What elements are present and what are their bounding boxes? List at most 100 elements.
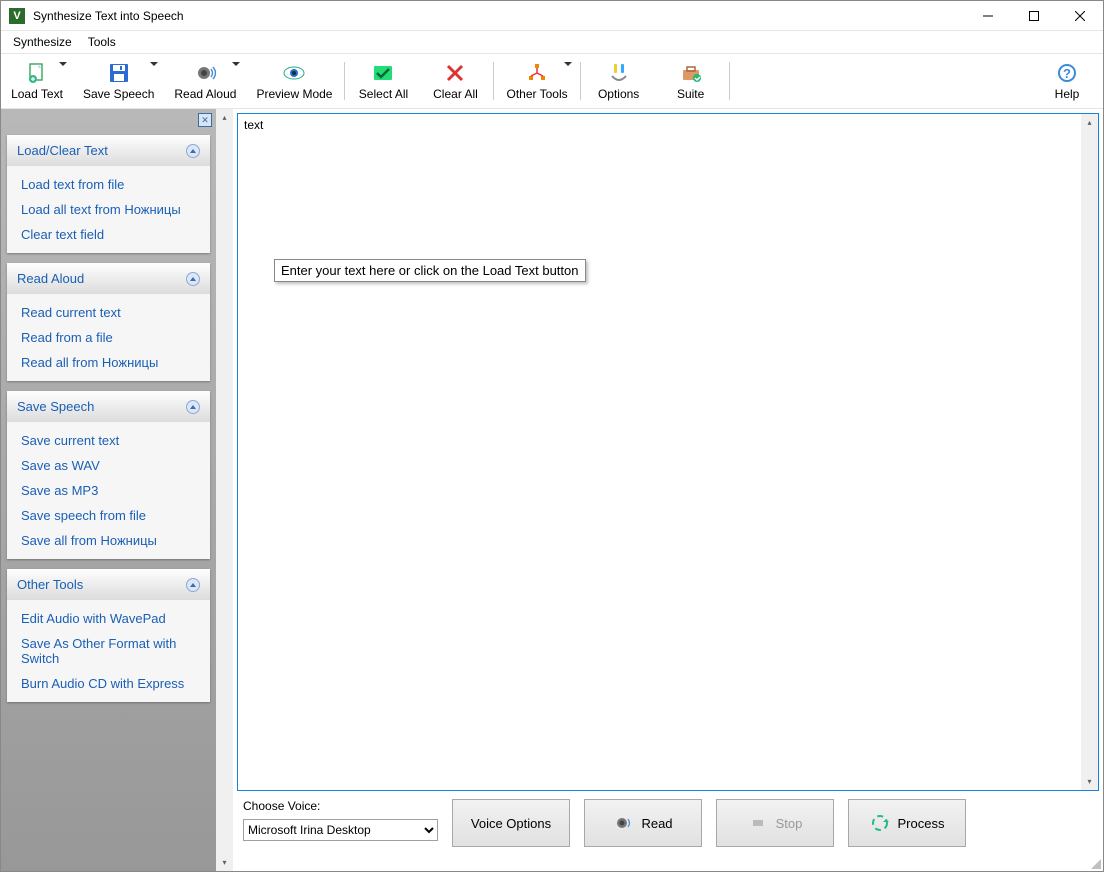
scroll-up-icon[interactable]: ▴ <box>216 109 233 126</box>
link-read-current-text[interactable]: Read current text <box>7 300 210 325</box>
toolbar-label: Preview Mode <box>256 87 332 101</box>
toolbar-separator <box>493 62 494 100</box>
sidebar-close[interactable]: ✕ <box>198 113 212 127</box>
minimize-button[interactable] <box>965 1 1011 31</box>
scroll-down-icon[interactable]: ▾ <box>216 854 233 871</box>
process-icon <box>870 813 890 833</box>
voice-select[interactable]: Microsoft Irina Desktop <box>243 819 438 841</box>
suite-icon <box>680 61 702 85</box>
resize-grip[interactable] <box>1089 857 1101 869</box>
voice-options-button[interactable]: Voice Options <box>452 799 570 847</box>
toolbar-select-all[interactable]: Select All <box>347 56 419 106</box>
bottom-bar: Choose Voice: Microsoft Irina Desktop Vo… <box>233 791 1103 871</box>
tools-icon <box>526 61 548 85</box>
menubar: Synthesize Tools <box>1 31 1103 53</box>
toolbar-label: Suite <box>677 87 704 101</box>
toolbar-save-speech[interactable]: Save Speech <box>73 56 164 106</box>
toolbar-label: Save Speech <box>83 87 154 101</box>
stop-icon <box>748 813 768 833</box>
toolbar-label: Select All <box>359 87 408 101</box>
chevron-up-icon <box>186 144 200 158</box>
speaker-icon <box>613 813 633 833</box>
toolbar-clear-all[interactable]: Clear All <box>419 56 491 106</box>
read-button[interactable]: Read <box>584 799 702 847</box>
select-all-icon <box>372 61 394 85</box>
document-icon <box>26 61 48 85</box>
link-burn-audio-cd[interactable]: Burn Audio CD with Express <box>7 671 210 696</box>
toolbar-separator <box>580 62 581 100</box>
link-load-all-text[interactable]: Load all text from Ножницы <box>7 197 210 222</box>
toolbar-help[interactable]: ? Help <box>1031 56 1103 106</box>
toolbar-separator <box>729 62 730 100</box>
window-title: Synthesize Text into Speech <box>33 9 965 23</box>
eye-icon <box>282 61 306 85</box>
link-save-speech-from-file[interactable]: Save speech from file <box>7 503 210 528</box>
scroll-up-icon[interactable]: ▴ <box>1081 114 1098 131</box>
link-load-text-from-file[interactable]: Load text from file <box>7 172 210 197</box>
clear-icon <box>444 61 466 85</box>
save-icon <box>108 61 130 85</box>
chevron-up-icon <box>186 578 200 592</box>
stop-button[interactable]: Stop <box>716 799 834 847</box>
toolbar-label: Clear All <box>433 87 478 101</box>
panel-header-read-aloud[interactable]: Read Aloud <box>7 263 210 294</box>
svg-text:?: ? <box>1063 66 1071 81</box>
menu-synthesize[interactable]: Synthesize <box>5 33 80 51</box>
maximize-button[interactable] <box>1011 1 1057 31</box>
speaker-icon <box>194 61 216 85</box>
chevron-down-icon <box>232 62 240 66</box>
link-save-current-text[interactable]: Save current text <box>7 428 210 453</box>
panel-save-speech: Save Speech Save current text Save as WA… <box>7 391 210 559</box>
panel-header-load-clear[interactable]: Load/Clear Text <box>7 135 210 166</box>
toolbar-options[interactable]: Options <box>583 56 655 106</box>
chevron-down-icon <box>150 62 158 66</box>
sidebar: ✕ Load/Clear Text Load text from file Lo… <box>1 109 216 871</box>
toolbar-separator <box>344 62 345 100</box>
toolbar-read-aloud[interactable]: Read Aloud <box>164 56 246 106</box>
app-icon: V <box>9 8 25 24</box>
chevron-up-icon <box>186 400 200 414</box>
chevron-down-icon <box>59 62 67 66</box>
link-save-as-wav[interactable]: Save as WAV <box>7 453 210 478</box>
panel-title: Load/Clear Text <box>17 143 108 158</box>
link-read-all[interactable]: Read all from Ножницы <box>7 350 210 375</box>
panel-read-aloud: Read Aloud Read current text Read from a… <box>7 263 210 381</box>
panel-load-clear: Load/Clear Text Load text from file Load… <box>7 135 210 253</box>
panel-header-other-tools[interactable]: Other Tools <box>7 569 210 600</box>
toolbar: Load Text Save Speech Read Aloud Preview… <box>1 53 1103 109</box>
link-read-from-file[interactable]: Read from a file <box>7 325 210 350</box>
button-label: Read <box>641 816 672 831</box>
link-save-all[interactable]: Save all from Ножницы <box>7 528 210 553</box>
toolbar-label: Load Text <box>11 87 63 101</box>
menu-tools[interactable]: Tools <box>80 33 124 51</box>
panel-header-save-speech[interactable]: Save Speech <box>7 391 210 422</box>
link-edit-audio-wavepad[interactable]: Edit Audio with WavePad <box>7 606 210 631</box>
toolbar-suite[interactable]: Suite <box>655 56 727 106</box>
scroll-down-icon[interactable]: ▾ <box>1081 773 1098 790</box>
text-editor[interactable]: text Enter your text here or click on th… <box>237 113 1099 791</box>
link-save-other-format[interactable]: Save As Other Format with Switch <box>7 631 210 671</box>
button-label: Voice Options <box>471 816 551 831</box>
placeholder-tooltip: Enter your text here or click on the Loa… <box>274 259 586 282</box>
sidebar-scrollbar[interactable]: ▴ ▾ <box>216 109 233 871</box>
toolbar-label: Help <box>1055 87 1080 101</box>
toolbar-load-text[interactable]: Load Text <box>1 56 73 106</box>
panel-title: Other Tools <box>17 577 83 592</box>
panel-title: Save Speech <box>17 399 94 414</box>
link-clear-text-field[interactable]: Clear text field <box>7 222 210 247</box>
link-save-as-mp3[interactable]: Save as MP3 <box>7 478 210 503</box>
choose-voice-label: Choose Voice: <box>243 799 438 813</box>
toolbar-label: Other Tools <box>506 87 567 101</box>
close-button[interactable] <box>1057 1 1103 31</box>
chevron-down-icon <box>564 62 572 66</box>
panel-other-tools: Other Tools Edit Audio with WavePad Save… <box>7 569 210 702</box>
button-label: Process <box>898 816 945 831</box>
process-button[interactable]: Process <box>848 799 966 847</box>
toolbar-other-tools[interactable]: Other Tools <box>496 56 577 106</box>
titlebar: V Synthesize Text into Speech <box>1 1 1103 31</box>
chevron-up-icon <box>186 272 200 286</box>
editor-scrollbar[interactable]: ▴ ▾ <box>1081 114 1098 790</box>
toolbar-preview-mode[interactable]: Preview Mode <box>246 56 342 106</box>
toolbar-label: Read Aloud <box>174 87 236 101</box>
panel-title: Read Aloud <box>17 271 84 286</box>
